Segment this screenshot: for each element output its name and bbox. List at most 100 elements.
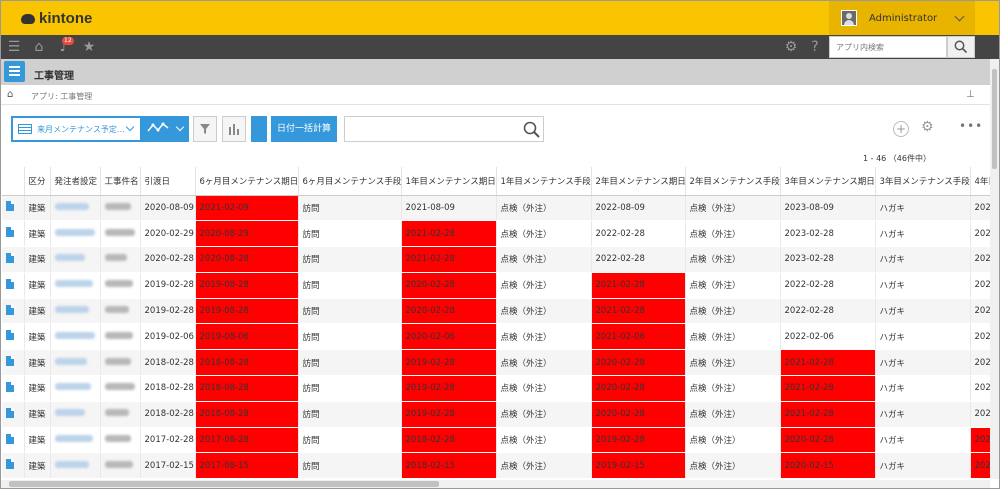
table-row[interactable]: 建築 2018-02-28 2018-08-28 訪問 2019-02-28 点検（外注）… bbox=[2, 401, 990, 428]
column-header[interactable]: 1年目メンテナンス手段 bbox=[496, 167, 592, 196]
table-cell-redacted bbox=[100, 220, 141, 248]
column-header[interactable]: 3年目メンテナンス期日 bbox=[780, 167, 876, 196]
record-detail-link[interactable] bbox=[2, 375, 25, 402]
table-cell: 2021-02-28 bbox=[401, 246, 497, 273]
table-row[interactable]: 建築 2020-02-29 2020-08-29 訪問 2021-02-28 点検（外注）… bbox=[2, 220, 990, 248]
kintone-logo[interactable]: kintone bbox=[21, 10, 92, 27]
table-row[interactable]: 建築 2019-02-06 2019-08-06 訪問 2020-02-06 点検（外注）… bbox=[2, 323, 990, 351]
table-cell-redacted bbox=[50, 375, 101, 402]
record-detail-link[interactable] bbox=[2, 323, 25, 351]
table-row[interactable]: 建築 2020-02-28 2020-08-28 訪問 2021-02-28 点検（外注）… bbox=[2, 246, 990, 273]
search-icon[interactable] bbox=[522, 120, 542, 140]
table-cell-redacted bbox=[100, 401, 141, 428]
document-icon bbox=[6, 201, 14, 212]
table-cell: 2019-02-15 bbox=[591, 452, 686, 480]
filter-button[interactable] bbox=[193, 116, 217, 142]
table-cell: ハガキ bbox=[875, 427, 971, 454]
view-toolbar: 来月メンテナンス予定… 日付一括計算 + ⚙ ••• bbox=[1, 105, 999, 147]
column-header[interactable]: 引渡日 bbox=[140, 167, 196, 196]
keyword-search-input[interactable] bbox=[344, 116, 544, 142]
table-cell: 点検（外注） bbox=[685, 375, 781, 402]
breadcrumb-home-icon[interactable]: ⌂ bbox=[7, 89, 13, 100]
column-header[interactable] bbox=[2, 167, 25, 196]
table-cell: 点検（外注） bbox=[496, 323, 592, 351]
record-detail-link[interactable] bbox=[2, 220, 25, 248]
record-detail-link[interactable] bbox=[2, 349, 25, 377]
table-cell: 点検（外注） bbox=[685, 272, 781, 299]
app-search-input[interactable]: アプリ内検索 bbox=[829, 36, 947, 58]
add-record-icon[interactable]: + bbox=[893, 121, 909, 137]
document-icon bbox=[6, 227, 14, 238]
horizontal-scrollbar[interactable] bbox=[1, 480, 990, 488]
table-cell: 建築 bbox=[24, 427, 51, 454]
table-row[interactable]: 建築 2020-08-09 2021-02-09 訪問 2021-08-09 点検（外注）… bbox=[2, 195, 990, 222]
document-icon bbox=[6, 407, 14, 418]
gear-icon[interactable]: ⚙ bbox=[783, 39, 799, 55]
column-header[interactable]: 6ヶ月目メンテナンス期日 bbox=[195, 167, 299, 196]
home-icon[interactable]: ⌂ bbox=[31, 39, 47, 55]
column-header[interactable]: 6ヶ月目メンテナンス手段 bbox=[298, 167, 402, 196]
record-detail-link[interactable] bbox=[2, 195, 25, 222]
column-header[interactable]: 2年目メンテナンス手段 bbox=[685, 167, 781, 196]
table-row[interactable]: 建築 2017-02-15 2017-08-15 訪問 2018-02-15 点検（外注）… bbox=[2, 452, 990, 480]
column-header[interactable]: 工事件名 bbox=[100, 167, 141, 196]
custom-button[interactable] bbox=[251, 116, 267, 142]
table-cell: 2021-02-28 bbox=[780, 401, 876, 428]
table-row[interactable]: 建築 2018-02-28 2018-08-28 訪問 2019-02-28 点検（外注）… bbox=[2, 375, 990, 402]
record-detail-link[interactable] bbox=[2, 272, 25, 299]
app-list-icon[interactable] bbox=[4, 61, 25, 82]
bulk-date-calc-button[interactable]: 日付一括計算 bbox=[271, 116, 337, 142]
record-detail-link[interactable] bbox=[2, 246, 25, 273]
record-detail-link[interactable] bbox=[2, 298, 25, 325]
table-cell: 訪問 bbox=[298, 401, 402, 428]
table-cell: 2017-02-28 bbox=[140, 427, 196, 454]
table-cell: 2020-02-15 bbox=[780, 452, 876, 480]
table-cell: 2018-02-15 bbox=[401, 452, 497, 480]
star-icon[interactable]: ★ bbox=[81, 39, 97, 55]
table-cell: ハガキ bbox=[875, 195, 971, 222]
table-cell: 2020-02-28 bbox=[401, 298, 497, 325]
aggregate-button[interactable] bbox=[222, 116, 246, 142]
table-cell-redacted bbox=[50, 298, 101, 325]
more-options-icon[interactable]: ••• bbox=[959, 119, 983, 133]
column-header[interactable]: 発注者設定 bbox=[50, 167, 101, 196]
table-cell: 2019-02-28 bbox=[140, 298, 196, 325]
table-row[interactable]: 建築 2019-02-28 2019-08-28 訪問 2020-02-28 点検（外注）… bbox=[2, 272, 990, 299]
vertical-scrollbar[interactable] bbox=[990, 59, 999, 479]
table-cell: 点検（外注） bbox=[496, 272, 592, 299]
scrollbar-thumb[interactable] bbox=[992, 69, 997, 169]
table-cell: 訪問 bbox=[298, 375, 402, 402]
table-row[interactable]: 建築 2018-02-28 2018-08-28 訪問 2019-02-28 点検（外注）… bbox=[2, 349, 990, 377]
scrollbar-thumb[interactable] bbox=[9, 481, 439, 487]
pin-icon[interactable]: ⊥ bbox=[966, 89, 975, 100]
table-row[interactable]: 建築 2017-02-28 2017-08-28 訪問 2018-02-28 点検（外注）… bbox=[2, 427, 990, 454]
record-detail-link[interactable] bbox=[2, 427, 25, 454]
notification-badge: 12 bbox=[62, 37, 74, 45]
app-settings-gear-icon[interactable]: ⚙ bbox=[921, 119, 934, 135]
column-header[interactable]: 4年目 bbox=[970, 167, 990, 196]
table-cell: 訪問 bbox=[298, 298, 402, 325]
search-button[interactable] bbox=[947, 36, 975, 58]
chevron-down-icon bbox=[175, 122, 185, 132]
record-detail-link[interactable] bbox=[2, 452, 25, 480]
user-menu[interactable]: Administrator bbox=[829, 1, 975, 35]
table-cell-redacted bbox=[100, 272, 141, 299]
column-header[interactable]: 2年目メンテナンス期日 bbox=[591, 167, 686, 196]
table-cell: 2021-02-28 bbox=[591, 298, 686, 325]
column-header[interactable]: 3年目メンテナンス手段 bbox=[875, 167, 971, 196]
table-cell: 2019-08-28 bbox=[195, 272, 299, 299]
table-cell-redacted bbox=[50, 246, 101, 273]
breadcrumb-app[interactable]: アプリ: 工事管理 bbox=[31, 91, 92, 102]
help-icon[interactable]: ? bbox=[807, 39, 823, 55]
view-selector[interactable]: 来月メンテナンス予定… bbox=[11, 116, 142, 142]
search-placeholder: アプリ内検索 bbox=[836, 43, 884, 52]
table-cell: 2024- bbox=[970, 220, 990, 248]
graph-button[interactable] bbox=[142, 116, 189, 142]
column-header[interactable]: 1年目メンテナンス期日 bbox=[401, 167, 497, 196]
table-cell-redacted bbox=[50, 195, 101, 222]
hamburger-icon[interactable]: ☰ bbox=[6, 39, 22, 55]
record-detail-link[interactable] bbox=[2, 401, 25, 428]
column-header[interactable]: 区分 bbox=[24, 167, 51, 196]
table-cell: 2021-02-28 bbox=[401, 220, 497, 248]
table-row[interactable]: 建築 2019-02-28 2019-08-28 訪問 2020-02-28 点検（外注）… bbox=[2, 298, 990, 325]
